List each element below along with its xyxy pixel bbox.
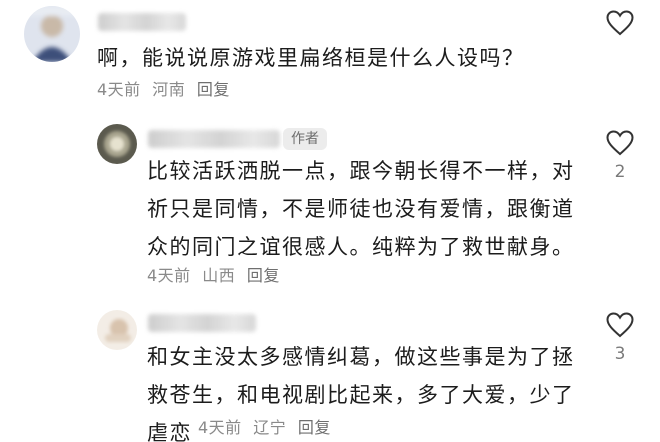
comment-meta: 4天前 山西 回复 [147,265,286,287]
comment-text-last-line: 虐恋 [147,414,192,442]
comment-time: 4天前 [147,266,191,285]
username-blurred[interactable] [98,13,186,31]
avatar-image [97,124,137,164]
like-count: 3 [614,344,626,364]
comment-time: 4天前 [198,418,242,437]
comment-text-line: 比较活跃洒脱一点，跟今朝长得不一样，对 [147,159,575,183]
reply-button[interactable]: 回复 [247,266,280,285]
reply-item: 作者 比较活跃洒脱一点，跟今朝长得不一样，对 祈只是同情，不是师徒也没有爱情，跟… [0,110,660,300]
comment-text: 和女主没太多感情纠葛，做这些事是为了拯 救苍生，和电视剧比起来，多了大爱，少了 [147,338,575,414]
comment-meta: 4天前 辽宁 回复 [198,417,337,439]
reply-button[interactable]: 回复 [298,418,331,437]
username-blurred[interactable] [148,130,280,148]
comment-location: 河南 [152,80,186,99]
comment-list: 啊，能说说原游戏里扁络桓是什么人设吗？ 4天前 河南 回复 作者 比较活跃洒脱一… [0,0,660,442]
avatar-image [24,6,80,62]
heart-outline-icon [606,312,634,338]
comment-text: 啊，能说说原游戏里扁络桓是什么人设吗？ [97,39,525,77]
username-blurred[interactable] [148,314,256,332]
avatar[interactable] [24,6,80,62]
like-button[interactable]: 2 [600,130,640,182]
comment-text-line: 众的同门之谊很感人。纯粹为了救世献身。 [147,235,575,259]
comment-text-line: 救苍生，和电视剧比起来，多了大爱，少了 [147,383,575,407]
comment-text: 比较活跃洒脱一点，跟今朝长得不一样，对 祈只是同情，不是师徒也没有爱情，跟衡道 … [147,152,575,266]
reply-button[interactable]: 回复 [197,80,230,99]
comment-time: 4天前 [97,80,141,99]
like-button[interactable] [600,10,640,42]
heart-outline-icon [606,130,634,156]
comment-location: 山西 [202,266,236,285]
avatar-image [97,310,137,350]
avatar[interactable] [97,124,137,164]
reply-item: 和女主没太多感情纠葛，做这些事是为了拯 救苍生，和电视剧比起来，多了大爱，少了 … [0,300,660,442]
like-count: 2 [614,162,626,182]
author-badge: 作者 [283,128,327,150]
comment-text-line: 虐恋 [147,421,192,442]
comment-item: 啊，能说说原游戏里扁络桓是什么人设吗？ 4天前 河南 回复 [0,0,660,110]
comment-text-line: 祈只是同情，不是师徒也没有爱情，跟衡道 [147,197,575,221]
comment-text-line: 啊，能说说原游戏里扁络桓是什么人设吗？ [97,46,525,70]
like-button[interactable]: 3 [600,312,640,364]
comment-meta: 4天前 河南 回复 [97,79,236,101]
comment-location: 辽宁 [253,418,287,437]
comment-text-line: 和女主没太多感情纠葛，做这些事是为了拯 [147,345,575,369]
heart-outline-icon [606,10,634,36]
avatar[interactable] [97,310,137,350]
